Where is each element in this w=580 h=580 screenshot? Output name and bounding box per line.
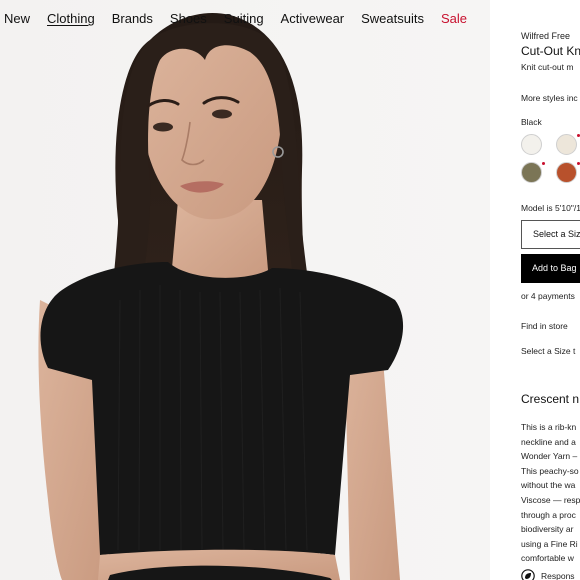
product-name: Cut-Out Kn <box>521 44 580 58</box>
color-swatch-olive[interactable] <box>521 162 545 183</box>
leaf-icon <box>521 569 535 580</box>
product-description: Knit cut-out m <box>521 62 574 72</box>
details-body: This is a rib-kn neckline and a Wonder Y… <box>521 420 580 566</box>
installments-info: or 4 payments <box>521 291 575 301</box>
color-swatch-ivory[interactable] <box>556 134 580 155</box>
nav-shoes[interactable]: Shoes <box>170 11 207 26</box>
details-line: biodiversity ar <box>521 524 574 535</box>
nav-suiting[interactable]: Suiting <box>224 11 264 26</box>
model-illustration <box>0 0 490 580</box>
color-swatch-cream[interactable] <box>521 134 542 155</box>
nav-activewear[interactable]: Activewear <box>281 11 345 26</box>
add-to-bag-button[interactable]: Add to Bag <box>521 254 580 283</box>
nav-clothing[interactable]: Clothing <box>47 11 95 26</box>
more-styles-link[interactable]: More styles inc <box>521 93 578 103</box>
category-nav: New Clothing Brands Shoes Suiting Active… <box>4 11 484 26</box>
details-line: comfortable w <box>521 553 574 564</box>
responsible-badge[interactable]: Respons <box>521 569 575 580</box>
selected-color-label: Black <box>521 117 542 127</box>
product-brand[interactable]: Wilfred Free <box>521 31 570 41</box>
details-line: through a proc <box>521 509 576 520</box>
details-title[interactable]: Crescent n <box>521 392 579 406</box>
select-size-note: Select a Size t <box>521 346 576 356</box>
details-line: Viscose — resp <box>521 494 580 505</box>
nav-brands[interactable]: Brands <box>112 11 153 26</box>
swatch-sale-dot <box>542 162 545 165</box>
product-info-panel: Wilfred Free Cut-Out Kn Knit cut-out m M… <box>490 0 580 580</box>
model-size-info: Model is 5'10"/1 <box>521 203 580 213</box>
details-line: Wonder Yarn – <box>521 451 578 462</box>
nav-new[interactable]: New <box>4 11 30 26</box>
details-line: This is a rib-kn <box>521 422 577 432</box>
find-in-store-link[interactable]: Find in store <box>521 321 568 331</box>
nav-sale[interactable]: Sale <box>441 11 467 26</box>
product-photo[interactable]: New Clothing Brands Shoes Suiting Active… <box>0 0 490 580</box>
nav-sweatsuits[interactable]: Sweatsuits <box>361 11 424 26</box>
details-line: This peachy-so <box>521 465 579 476</box>
color-swatch-rust[interactable] <box>556 162 580 183</box>
details-line: without the wa <box>521 480 576 491</box>
details-line: using a Fine Ri <box>521 538 578 549</box>
details-line: neckline and a <box>521 436 576 447</box>
size-select[interactable]: Select a Siz <box>521 220 580 249</box>
responsible-label: Respons <box>541 571 575 580</box>
